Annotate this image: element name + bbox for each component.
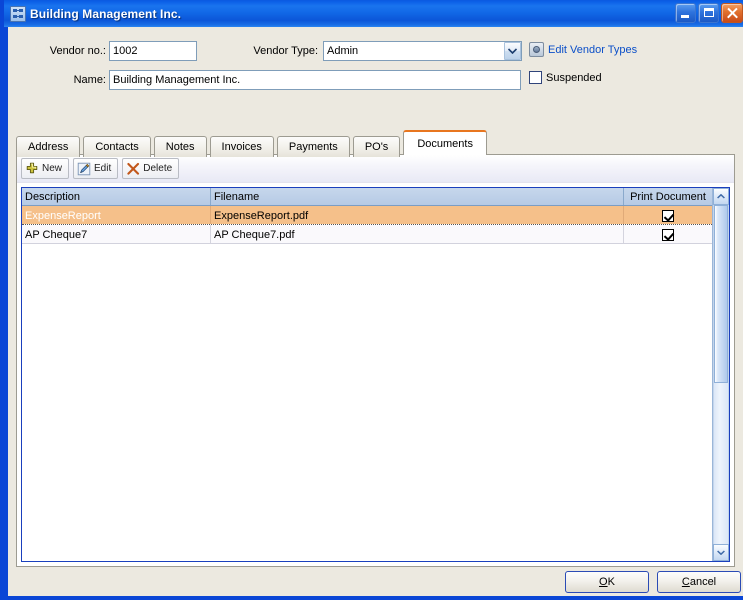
- vendor-no-label: Vendor no.:: [49, 45, 106, 57]
- tab-notes[interactable]: Notes: [153, 136, 207, 157]
- scrollbar-thumb[interactable]: [714, 205, 728, 383]
- delete-button[interactable]: Delete: [122, 158, 180, 179]
- scroll-up-button[interactable]: [713, 188, 729, 205]
- chevron-down-icon[interactable]: [504, 42, 521, 60]
- suspended-checkbox-row[interactable]: Suspended: [529, 71, 602, 84]
- title-bar: Building Management Inc.: [4, 0, 743, 27]
- cancel-rest: ancel: [689, 576, 717, 588]
- grid-vertical-scrollbar[interactable]: [712, 188, 729, 561]
- cell-filename: ExpenseReport.pdf: [211, 206, 624, 224]
- suspended-label: Suspended: [546, 71, 602, 84]
- delete-button-label: Delete: [143, 163, 173, 174]
- cell-print-document[interactable]: [624, 206, 712, 224]
- chevron-down-icon: [717, 550, 725, 555]
- chevron-up-icon: [717, 194, 725, 199]
- close-button[interactable]: [721, 3, 743, 23]
- vendor-name-input[interactable]: [109, 70, 521, 90]
- ok-button-label: OK: [599, 576, 615, 588]
- cancel-button-label: Cancel: [682, 576, 716, 588]
- vendor-type-value: Admin: [327, 45, 359, 57]
- client-area: Vendor no.: Name: Vendor Type: Admin Edi…: [8, 27, 743, 596]
- scrollbar-track[interactable]: [713, 205, 729, 544]
- x-delete-icon: [127, 162, 140, 175]
- tab-invoices[interactable]: Invoices: [209, 136, 274, 157]
- tab-pos[interactable]: PO's: [352, 136, 401, 157]
- edit-vendor-types-link[interactable]: Edit Vendor Types: [529, 42, 637, 57]
- cell-description: AP Cheque7: [22, 225, 211, 243]
- edit-vendor-types-icon: [529, 42, 544, 57]
- column-header-filename[interactable]: Filename: [211, 188, 624, 205]
- vendor-header-form: Vendor no.: Name: Vendor Type: Admin Edi…: [8, 27, 743, 97]
- window-controls: [675, 3, 743, 23]
- table-row[interactable]: AP Cheque7 AP Cheque7.pdf: [22, 225, 712, 244]
- maximize-icon: [704, 8, 714, 17]
- vendor-type-label: Vendor Type:: [253, 45, 318, 57]
- ok-rest: K: [607, 576, 615, 588]
- vendor-no-input[interactable]: [109, 41, 197, 61]
- vendor-type-dropdown[interactable]: Admin: [323, 41, 522, 61]
- print-document-checkbox[interactable]: [662, 210, 674, 222]
- edit-button[interactable]: Edit: [73, 158, 119, 179]
- table-row[interactable]: ExpenseReport ExpenseReport.pdf: [22, 206, 712, 225]
- suspended-checkbox[interactable]: [529, 71, 542, 84]
- scroll-down-button[interactable]: [713, 544, 729, 561]
- column-header-print-document[interactable]: Print Document: [624, 188, 712, 205]
- print-document-checkbox[interactable]: [662, 229, 674, 241]
- tab-payments[interactable]: Payments: [276, 136, 350, 157]
- minimize-icon: [681, 15, 689, 18]
- grid-main: Description Filename Print Document Expe…: [22, 188, 712, 561]
- pencil-edit-icon: [77, 162, 91, 175]
- cell-filename: AP Cheque7.pdf: [211, 225, 624, 243]
- ok-accel-letter: O: [599, 576, 608, 588]
- edit-vendor-types-label: Edit Vendor Types: [548, 43, 638, 56]
- ok-button[interactable]: OK: [565, 571, 649, 593]
- cell-description: ExpenseReport: [22, 206, 211, 224]
- tab-address[interactable]: Address: [16, 136, 81, 157]
- grid-header-row: Description Filename Print Document: [22, 188, 712, 206]
- minimize-button[interactable]: [675, 3, 696, 23]
- tab-documents[interactable]: Documents: [403, 130, 487, 155]
- name-label: Name:: [73, 74, 106, 86]
- documents-tab-panel: New Edit Delete Description Filename Pri…: [16, 154, 735, 567]
- dialog-footer: OK Cancel: [8, 567, 743, 596]
- edit-button-label: Edit: [94, 163, 112, 174]
- new-button-label: New: [42, 163, 63, 174]
- column-header-description[interactable]: Description: [22, 188, 211, 205]
- cancel-accel-letter: C: [681, 576, 690, 588]
- documents-toolbar: New Edit Delete: [17, 155, 734, 183]
- plus-icon: [26, 162, 38, 173]
- tab-contacts[interactable]: Contacts: [83, 136, 151, 157]
- new-button[interactable]: New: [21, 158, 70, 179]
- cancel-button[interactable]: Cancel: [657, 571, 741, 593]
- cell-print-document[interactable]: [624, 225, 712, 243]
- grid-body: ExpenseReport ExpenseReport.pdf AP Chequ…: [22, 206, 712, 561]
- close-icon: [722, 4, 742, 22]
- tab-strip: Address Contacts Notes Invoices Payments…: [16, 130, 735, 157]
- documents-grid: Description Filename Print Document Expe…: [21, 187, 730, 562]
- maximize-button[interactable]: [698, 3, 719, 23]
- form-window-icon: [10, 5, 26, 22]
- window-title: Building Management Inc.: [30, 6, 182, 21]
- application-window: Building Management Inc. Vendor no.: 100…: [0, 0, 743, 600]
